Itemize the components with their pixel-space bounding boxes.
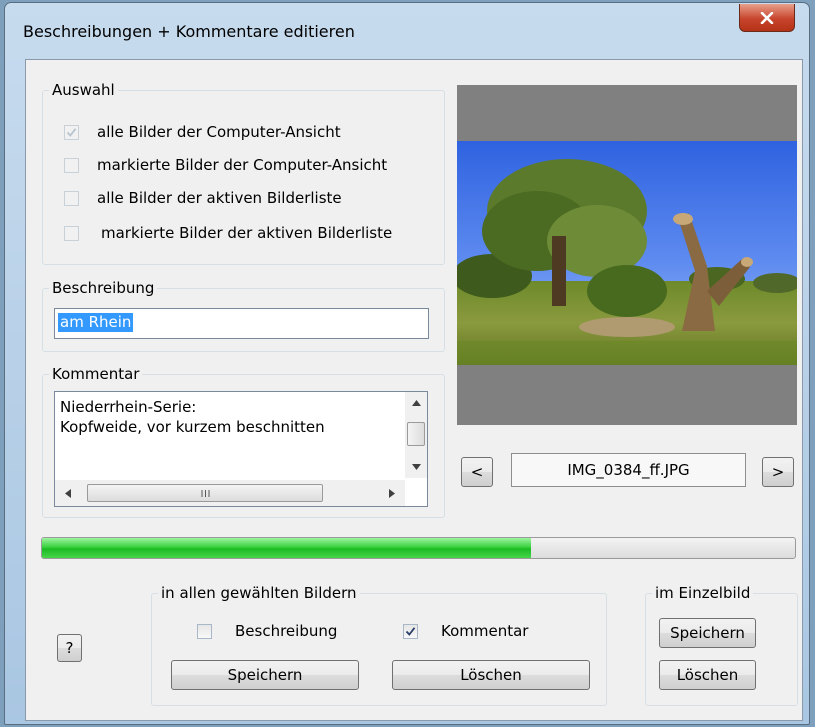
option-label: Kommentar: [441, 622, 529, 640]
beschreibung-value: am Rhein: [58, 313, 134, 332]
option-label: markierte Bilder der Computer-Ansicht: [97, 156, 388, 174]
save-single-button[interactable]: Speichern: [659, 618, 756, 648]
scroll-up-button[interactable]: [405, 392, 427, 414]
option-label: markierte Bilder der aktiven Bilderliste: [101, 224, 393, 242]
delete-single-button[interactable]: Löschen: [659, 660, 756, 690]
checkbox[interactable]: [64, 124, 79, 140]
vertical-scroll-thumb[interactable]: [407, 422, 425, 446]
auswahl-group: Auswahl alle Bilder der Computer-Ansicht…: [42, 81, 445, 265]
delete-all-label: Löschen: [460, 666, 522, 684]
auswahl-legend: Auswahl: [49, 81, 118, 99]
arrow-right-icon: [389, 488, 395, 498]
title-bar[interactable]: Beschreibungen + Kommentare editieren: [5, 3, 809, 59]
window-title: Beschreibungen + Kommentare editieren: [23, 22, 355, 41]
help-label: ?: [65, 639, 74, 657]
dialog-window: Beschreibungen + Kommentare editieren Au…: [4, 2, 810, 725]
help-button[interactable]: ?: [57, 634, 82, 662]
apply-beschreibung-option[interactable]: Beschreibung: [197, 621, 337, 641]
checkbox[interactable]: [64, 190, 79, 206]
single-image-group: im Einzelbild Speichern Löschen: [645, 584, 798, 706]
kommentar-textarea[interactable]: Niederrhein-Serie: Kopfweide, vor kurzem…: [54, 391, 428, 507]
checkmark-icon: [66, 127, 77, 137]
progress-fill: [42, 538, 532, 558]
dialog-client-area: Auswahl alle Bilder der Computer-Ansicht…: [25, 59, 803, 721]
close-icon: [760, 11, 774, 24]
arrow-left-icon: [65, 488, 71, 498]
filename-display: IMG_0384_ff.JPG: [511, 453, 746, 487]
landscape-photo: [457, 141, 797, 365]
horizontal-scrollbar[interactable]: [55, 480, 405, 506]
single-image-legend: im Einzelbild: [652, 584, 754, 602]
save-single-label: Speichern: [670, 624, 745, 642]
next-label: >: [771, 463, 785, 481]
scroll-right-button[interactable]: [379, 480, 405, 506]
option-marked-active-list[interactable]: markierte Bilder der aktiven Bilderliste: [64, 223, 392, 243]
option-label: alle Bilder der Computer-Ansicht: [97, 123, 341, 141]
beschreibung-legend: Beschreibung: [49, 279, 158, 297]
filename-text: IMG_0384_ff.JPG: [567, 461, 690, 479]
previous-image-button[interactable]: <: [461, 457, 493, 487]
delete-all-button[interactable]: Löschen: [392, 660, 590, 690]
scroll-left-button[interactable]: [55, 480, 81, 506]
option-label: Beschreibung: [235, 622, 338, 640]
beschreibung-input[interactable]: am Rhein: [54, 308, 429, 339]
option-marked-computer-view[interactable]: markierte Bilder der Computer-Ansicht: [64, 155, 387, 175]
save-all-button[interactable]: Speichern: [171, 660, 359, 690]
checkbox[interactable]: [64, 225, 79, 241]
checkbox[interactable]: [403, 623, 418, 639]
next-image-button[interactable]: >: [762, 457, 794, 487]
kommentar-legend: Kommentar: [49, 365, 143, 383]
checkbox[interactable]: [197, 623, 212, 639]
arrow-up-icon: [411, 400, 421, 406]
close-button[interactable]: [739, 4, 795, 32]
kommentar-value: Niederrhein-Serie: Kopfweide, vor kurzem…: [60, 398, 325, 436]
scroll-down-button[interactable]: [405, 456, 427, 478]
option-all-active-list[interactable]: alle Bilder der aktiven Bilderliste: [64, 188, 342, 208]
checkmark-icon: [405, 626, 416, 636]
horizontal-scroll-thumb[interactable]: [87, 484, 323, 502]
previous-label: <: [470, 463, 484, 481]
apply-kommentar-option[interactable]: Kommentar: [403, 621, 528, 641]
option-all-computer-view[interactable]: alle Bilder der Computer-Ansicht: [64, 122, 341, 142]
delete-single-label: Löschen: [676, 666, 739, 684]
arrow-down-icon: [411, 464, 421, 470]
save-all-label: Speichern: [227, 666, 303, 684]
checkbox[interactable]: [64, 157, 79, 173]
grip-icon: [201, 489, 209, 497]
option-label: alle Bilder der aktiven Bilderliste: [97, 189, 342, 207]
preview-photo: [457, 141, 797, 365]
all-images-legend: in allen gewählten Bildern: [158, 584, 360, 602]
beschreibung-group: Beschreibung am Rhein: [42, 279, 445, 352]
all-images-group: in allen gewählten Bildern Beschreibung …: [151, 584, 607, 706]
kommentar-group: Kommentar Niederrhein-Serie: Kopfweide, …: [42, 365, 445, 518]
image-preview: [457, 85, 797, 425]
vertical-scrollbar[interactable]: [405, 392, 427, 478]
progress-bar: [41, 537, 796, 559]
